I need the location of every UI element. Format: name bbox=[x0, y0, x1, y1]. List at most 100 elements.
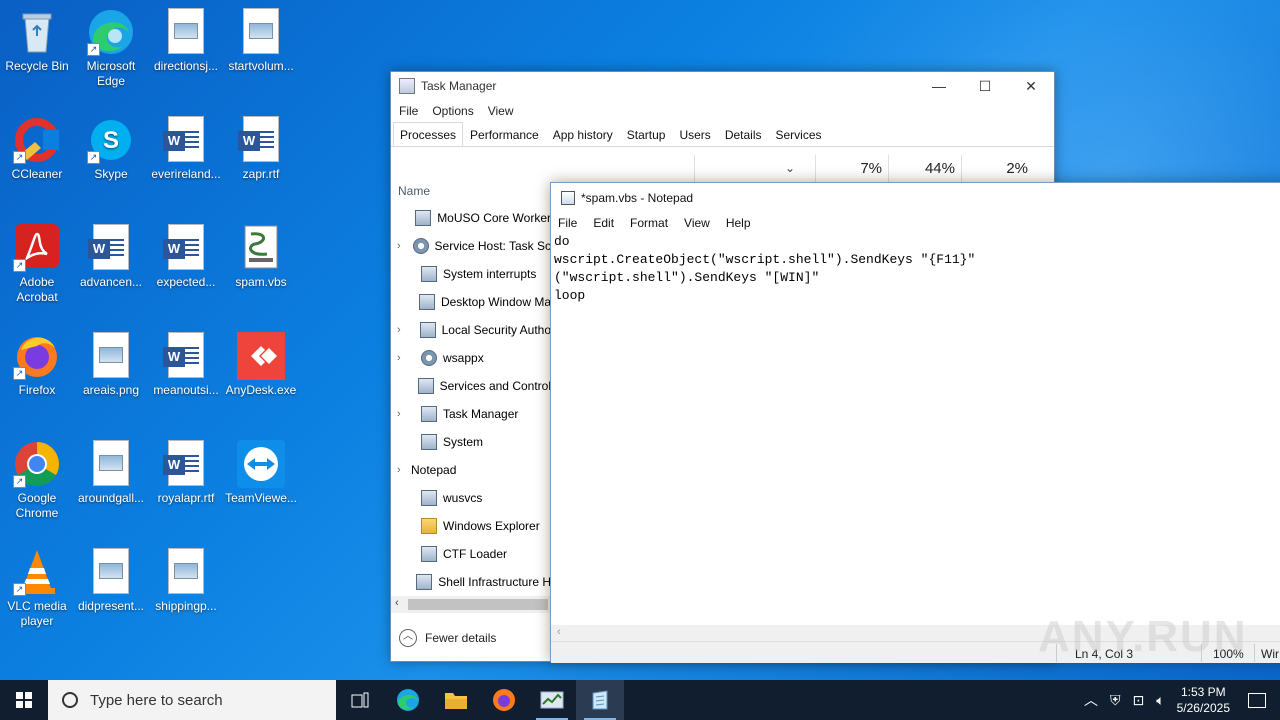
process-row[interactable]: › Local Security Autho bbox=[391, 316, 551, 344]
process-row[interactable]: wusvcs bbox=[391, 484, 551, 512]
desktop-icon-expected[interactable]: W expected... bbox=[149, 224, 223, 290]
scrollbar-thumb[interactable] bbox=[408, 599, 548, 610]
network-icon[interactable]: ⊡ bbox=[1132, 692, 1144, 709]
desktop-icon-didpresent[interactable]: didpresent... bbox=[74, 548, 148, 614]
notepad-window[interactable]: *spam.vbs - Notepad File Edit Format Vie… bbox=[550, 182, 1280, 663]
start-button[interactable] bbox=[0, 680, 48, 720]
tab-processes[interactable]: Processes bbox=[393, 122, 464, 146]
desktop-icon-everireland[interactable]: W everireland... bbox=[149, 116, 223, 182]
chevron-right-icon[interactable]: › bbox=[397, 240, 403, 252]
desktop-icon-directionsj[interactable]: directionsj... bbox=[149, 8, 223, 74]
process-row[interactable]: Windows Explorer bbox=[391, 512, 551, 540]
horizontal-scrollbar[interactable]: ‹ bbox=[391, 596, 551, 613]
search-box[interactable]: Type here to search bbox=[48, 680, 336, 720]
process-name: MoUSO Core Worker bbox=[437, 211, 551, 225]
desktop-icon-spam-vbs[interactable]: spam.vbs bbox=[224, 224, 298, 290]
notepad-icon bbox=[592, 690, 608, 710]
line-ending: Wir bbox=[1261, 647, 1279, 661]
taskbar-task-manager[interactable] bbox=[528, 680, 576, 720]
desktop-icon-firefox[interactable]: ↗ Firefox bbox=[0, 332, 74, 398]
tab-performance[interactable]: Performance bbox=[463, 122, 546, 146]
desktop-icon-ccleaner[interactable]: ↗ CCleaner bbox=[0, 116, 74, 182]
menu-format[interactable]: Format bbox=[630, 216, 668, 230]
word-document-icon: W bbox=[162, 116, 210, 164]
maximize-icon[interactable]: ☐ bbox=[962, 72, 1008, 100]
taskbar-notepad[interactable] bbox=[576, 680, 624, 720]
process-name: Service Host: Task Sc bbox=[434, 239, 551, 253]
taskbar-edge[interactable] bbox=[384, 680, 432, 720]
desktop-icon-shippingp[interactable]: shippingp... bbox=[149, 548, 223, 614]
tab-startup[interactable]: Startup bbox=[620, 122, 673, 146]
desktop-icon-startvolum[interactable]: startvolum... bbox=[224, 8, 298, 74]
desktop-icon-areais[interactable]: areais.png bbox=[74, 332, 148, 398]
column-header-name[interactable]: Name bbox=[398, 184, 430, 198]
tab-app-history[interactable]: App history bbox=[546, 122, 620, 146]
minimize-icon[interactable]: — bbox=[916, 72, 962, 100]
process-row[interactable]: Shell Infrastructure H bbox=[391, 568, 551, 596]
menu-view[interactable]: View bbox=[488, 104, 514, 118]
desktop-icon-adobe-acrobat[interactable]: ↗ Adobe Acrobat bbox=[0, 224, 74, 305]
notepad-editor[interactable]: do wscript.CreateObject("wscript.shell")… bbox=[554, 233, 1279, 623]
tab-services[interactable]: Services bbox=[769, 122, 829, 146]
menu-options[interactable]: Options bbox=[432, 104, 473, 118]
taskbar-firefox[interactable] bbox=[480, 680, 528, 720]
desktop-icon-skype[interactable]: S ↗ Skype bbox=[74, 116, 148, 182]
notification-icon[interactable] bbox=[1248, 692, 1266, 708]
chevron-right-icon[interactable]: › bbox=[397, 324, 410, 336]
desktop-icon-recycle-bin[interactable]: Recycle Bin bbox=[0, 8, 74, 74]
chevron-left-icon[interactable]: ‹ bbox=[395, 597, 399, 609]
process-row[interactable]: System interrupts bbox=[391, 260, 551, 288]
menu-file[interactable]: File bbox=[558, 216, 577, 230]
menu-edit[interactable]: Edit bbox=[593, 216, 614, 230]
taskbar-file-explorer[interactable] bbox=[432, 680, 480, 720]
defender-icon[interactable]: ⛨ bbox=[1110, 692, 1121, 709]
process-row[interactable]: › Task Manager bbox=[391, 400, 551, 428]
process-row[interactable]: › Service Host: Task Sc bbox=[391, 232, 551, 260]
menu-help[interactable]: Help bbox=[726, 216, 751, 230]
process-row[interactable]: Desktop Window Ma bbox=[391, 288, 551, 316]
desktop-icon-vlc[interactable]: ↗ VLC media player bbox=[0, 548, 74, 629]
search-placeholder: Type here to search bbox=[90, 691, 223, 709]
desktop-icon-google-chrome[interactable]: ↗ Google Chrome bbox=[0, 440, 74, 521]
chevron-right-icon[interactable]: › bbox=[397, 352, 411, 364]
cpu-usage[interactable]: 7% bbox=[815, 155, 888, 182]
menu-file[interactable]: File bbox=[399, 104, 418, 118]
desktop-icon-advancen[interactable]: W advancen... bbox=[74, 224, 148, 290]
acrobat-icon: ↗ bbox=[13, 224, 61, 272]
process-row[interactable]: MoUSO Core Worker bbox=[391, 204, 551, 232]
memory-usage[interactable]: 44% bbox=[888, 155, 961, 182]
chevron-left-icon[interactable]: ‹ bbox=[557, 626, 561, 638]
menu-view[interactable]: View bbox=[684, 216, 710, 230]
task-manager-icon bbox=[540, 691, 564, 709]
process-icon bbox=[419, 322, 436, 338]
chevron-right-icon[interactable]: › bbox=[397, 408, 411, 420]
close-icon[interactable]: ✕ bbox=[1008, 72, 1054, 100]
desktop-icon-microsoft-edge[interactable]: ↗ Microsoft Edge bbox=[74, 8, 148, 89]
volume-icon[interactable]: 🔈︎ bbox=[1156, 692, 1164, 709]
edge-icon bbox=[397, 689, 419, 711]
desktop-icon-teamviewer[interactable]: TeamViewe... bbox=[224, 440, 298, 506]
process-name: wusvcs bbox=[443, 491, 483, 505]
desktop-icon-aroundgall[interactable]: aroundgall... bbox=[74, 440, 148, 506]
process-row[interactable]: › Notepad bbox=[391, 456, 551, 484]
desktop-icon-meanoutsi[interactable]: W meanoutsi... bbox=[149, 332, 223, 398]
process-row[interactable]: System bbox=[391, 428, 551, 456]
tab-users[interactable]: Users bbox=[672, 122, 717, 146]
desktop-icon-zapr[interactable]: W zapr.rtf bbox=[224, 116, 298, 182]
notepad-titlebar[interactable]: *spam.vbs - Notepad bbox=[551, 183, 1280, 212]
process-row[interactable]: CTF Loader bbox=[391, 540, 551, 568]
status-divider bbox=[1254, 644, 1255, 662]
chevron-up-icon[interactable]: ︿ bbox=[1084, 690, 1098, 710]
process-name: Desktop Window Ma bbox=[440, 295, 551, 309]
disk-usage[interactable]: 2% bbox=[961, 155, 1034, 182]
desktop-icon-royalapr[interactable]: W royalapr.rtf bbox=[149, 440, 223, 506]
fewer-details-button[interactable]: ︿ Fewer details bbox=[399, 629, 496, 647]
chevron-down-icon[interactable]: ⌄ bbox=[695, 155, 815, 182]
desktop-icon-anydesk[interactable]: AnyDesk.exe bbox=[224, 332, 298, 398]
chevron-right-icon[interactable]: › bbox=[397, 464, 411, 476]
process-row[interactable]: Services and Control bbox=[391, 372, 551, 400]
clock[interactable]: 1:53 PM 5/26/2025 bbox=[1177, 684, 1230, 716]
process-row[interactable]: › wsappx bbox=[391, 344, 551, 372]
tab-details[interactable]: Details bbox=[718, 122, 769, 146]
task-view-button[interactable] bbox=[336, 680, 384, 720]
